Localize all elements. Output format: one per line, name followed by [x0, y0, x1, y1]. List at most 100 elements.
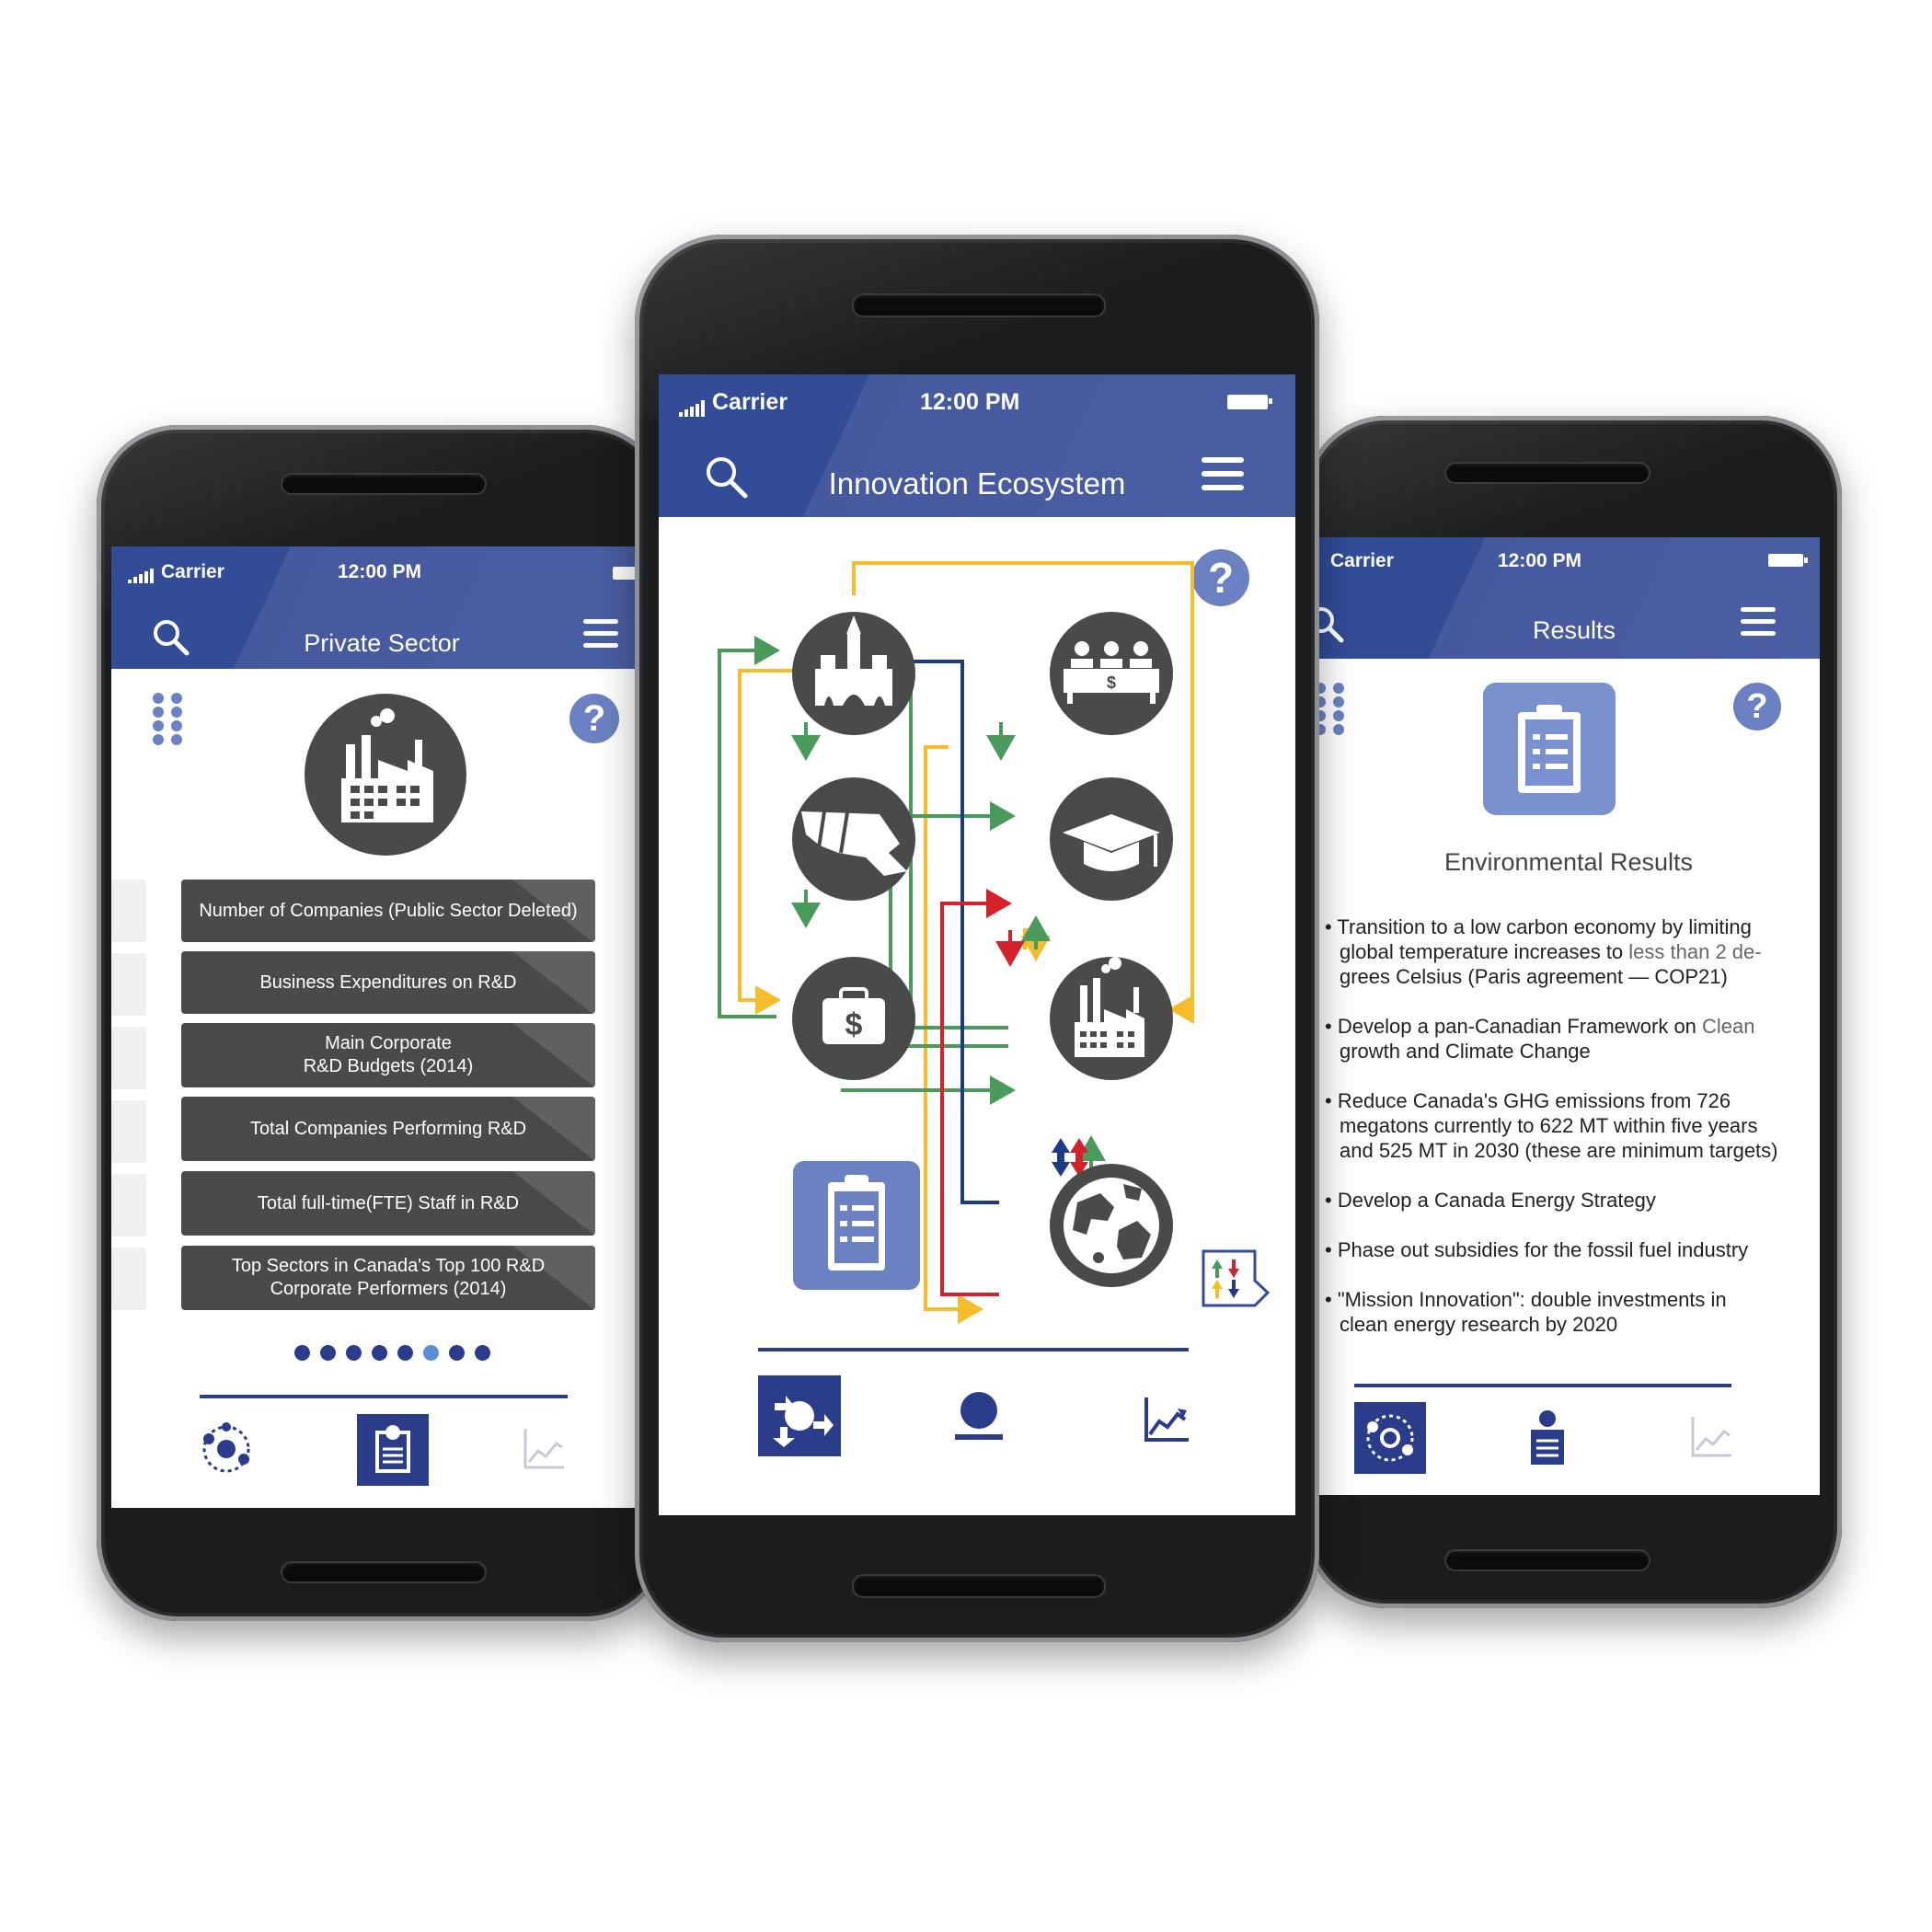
svg-text:$: $ — [1107, 673, 1116, 692]
clipboard-icon — [1518, 705, 1581, 793]
result-line: • Develop a Canada Energy Strategy — [1325, 1188, 1656, 1213]
results-heading: Environmental Results — [1443, 848, 1694, 876]
result-text: and 525 MT in 2030 (these are minimum ta… — [1340, 1139, 1778, 1162]
ecosystem-tab-button[interactable] — [1354, 1402, 1426, 1474]
grid-dots-icon[interactable] — [152, 692, 185, 747]
center-phone: Carrier 12:00 PM Innovation Ecosystem ? — [635, 235, 1319, 1642]
left-side-tab — [111, 1174, 146, 1236]
page-dot-active[interactable] — [423, 1345, 439, 1361]
left-side-tab — [111, 953, 146, 1016]
svg-text:$: $ — [845, 1007, 863, 1042]
help-button[interactable]: ? — [1733, 683, 1781, 730]
factory-node[interactable] — [1050, 957, 1173, 1080]
flow-arrow-red — [940, 889, 1012, 1296]
page-dot[interactable] — [449, 1345, 465, 1361]
result-line: clean energy research by 2020 — [1340, 1312, 1617, 1337]
chart-tab-icon[interactable] — [1689, 1413, 1735, 1459]
flow-arrow-green — [718, 636, 780, 1018]
page-indicator[interactable] — [294, 1345, 500, 1365]
result-line: • Reduce Canada's GHG emissions from 726 — [1325, 1088, 1731, 1113]
tabbar-divider — [200, 1395, 568, 1398]
result-line: growth and Climate Change — [1340, 1039, 1591, 1064]
result-text: megatons currently to 622 MT within five… — [1340, 1114, 1758, 1137]
left-status-bar: Carrier 12:00 PM — [111, 546, 652, 592]
right-carrier: Carrier — [1330, 550, 1394, 571]
result-text: growth and Climate Change — [1340, 1040, 1591, 1063]
tabbar-divider — [758, 1348, 1189, 1351]
list-item-companies[interactable]: Number of Companies (Public Sector Delet… — [181, 880, 595, 942]
result-text: global temperature increases to — [1340, 940, 1629, 963]
page-dot[interactable] — [294, 1345, 310, 1361]
signal-icon — [128, 561, 155, 584]
page-dot[interactable] — [475, 1345, 490, 1361]
result-text: • Reduce Canada's GHG emissions from 726 — [1325, 1089, 1731, 1112]
chart-tab-icon[interactable] — [522, 1425, 568, 1471]
result-line: • Develop a pan-Canadian Framework on Cl… — [1325, 1014, 1755, 1039]
left-carrier: Carrier — [128, 561, 224, 584]
result-line: grees Celsius (Paris agreement — COP21) — [1340, 964, 1728, 989]
grid-dots-icon[interactable] — [1317, 682, 1347, 737]
left-clock: 12:00 PM — [338, 561, 422, 582]
left-phone-speaker — [281, 473, 487, 495]
right-screen: Carrier 12:00 PM Results ? Environmental… — [1317, 537, 1820, 1495]
ecosystem-tab-button[interactable] — [758, 1375, 841, 1456]
list-item-staff[interactable]: Total full-time(FTE) Staff in R&D — [181, 1171, 595, 1236]
university-node[interactable] — [1050, 777, 1173, 901]
result-text: clean energy research by 2020 — [1340, 1313, 1618, 1336]
clipboard-icon — [375, 1425, 410, 1473]
page-dot[interactable] — [372, 1345, 387, 1361]
page-dot[interactable] — [346, 1345, 362, 1361]
results-badge — [1483, 683, 1616, 815]
chart-tab-icon[interactable] — [1143, 1396, 1190, 1443]
left-side-tab — [111, 1027, 146, 1089]
right-clock: 12:00 PM — [1498, 550, 1582, 571]
menu-icon[interactable] — [1741, 607, 1776, 643]
result-text: • Transition to a low carbon economy by … — [1325, 915, 1752, 938]
left-topbar: Carrier 12:00 PM Private Sector — [111, 546, 652, 669]
center-phone-speaker — [852, 293, 1106, 317]
page-dot[interactable] — [397, 1345, 413, 1361]
left-phone: Carrier 12:00 PM Private Sector ? Number… — [97, 425, 667, 1621]
list-item-expenditures[interactable]: Business Expenditures on R&D — [181, 951, 595, 1014]
left-phone-bottom-speaker — [281, 1561, 487, 1583]
page-dot[interactable] — [320, 1345, 336, 1361]
right-topbar: Carrier 12:00 PM Results — [1317, 537, 1820, 659]
result-text: grees Celsius (Paris agreement — COP21) — [1340, 965, 1728, 988]
list-item-sectors[interactable]: Top Sectors in Canada's Top 100 R&D Corp… — [181, 1246, 595, 1310]
result-text-muted: Clean — [1702, 1015, 1755, 1038]
left-screen: Carrier 12:00 PM Private Sector ? Number… — [111, 546, 652, 1508]
result-line: • Transition to a low carbon economy by … — [1325, 914, 1752, 939]
center-phone-camera — [768, 301, 777, 310]
profile-tab-icon[interactable] — [951, 1390, 1006, 1442]
battery-icon — [1768, 554, 1808, 567]
tabbar-divider — [1354, 1384, 1731, 1387]
result-text: • Develop a Canada Energy Strategy — [1325, 1189, 1656, 1212]
money-bag-node[interactable]: $ — [792, 957, 915, 1080]
ecosystem-tab-icon[interactable] — [198, 1420, 255, 1478]
globe-node[interactable] — [1050, 1164, 1173, 1287]
help-button[interactable]: ? — [569, 694, 619, 743]
funding-board-node[interactable]: $ — [1050, 612, 1173, 735]
results-tab-button[interactable] — [357, 1414, 429, 1486]
list-item-performing[interactable]: Total Companies Performing R&D — [181, 1097, 595, 1161]
menu-icon[interactable] — [583, 619, 618, 655]
result-line: • "Mission Innovation": double investmen… — [1325, 1287, 1727, 1312]
clipboard-node[interactable] — [793, 1161, 920, 1290]
right-phone: Carrier 12:00 PM Results ? Environmental… — [1305, 416, 1842, 1608]
canada-map-node[interactable] — [792, 777, 915, 901]
result-line: • Phase out subsidies for the fossil fue… — [1325, 1237, 1748, 1262]
left-side-tab — [111, 1100, 146, 1163]
right-phone-bottom-speaker — [1444, 1549, 1650, 1571]
ecosystem-diagram: $ $ — [718, 561, 1271, 1324]
left-side-tab — [111, 1248, 146, 1310]
factory-icon — [305, 694, 466, 856]
ecosystem-icon — [773, 1396, 834, 1447]
government-node[interactable] — [792, 612, 915, 735]
left-phone-camera — [212, 478, 221, 488]
exchange-legend-icon[interactable] — [1202, 1249, 1271, 1307]
profile-list-tab-icon[interactable] — [1527, 1408, 1568, 1468]
result-text-muted: less than 2 de- — [1628, 940, 1762, 963]
left-side-tab — [111, 880, 146, 942]
center-phone-bottom-speaker — [852, 1574, 1106, 1598]
list-item-budgets[interactable]: Main Corporate R&D Budgets (2014) — [181, 1023, 595, 1087]
